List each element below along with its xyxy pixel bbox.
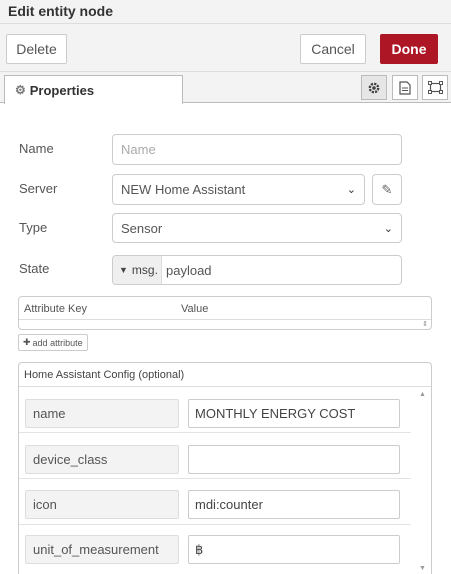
config-value-input[interactable]: MONTHLY ENERGY COST bbox=[188, 399, 400, 428]
gear-icon: ⚙ bbox=[15, 83, 26, 97]
attribute-list: Attribute Key Value ⇕ bbox=[18, 296, 432, 330]
pencil-icon: ✎ bbox=[381, 181, 393, 197]
edit-server-button[interactable]: ✎ bbox=[372, 174, 402, 205]
gear-icon bbox=[368, 82, 380, 93]
state-type-selector[interactable]: ▼ msg. bbox=[113, 256, 162, 284]
chevron-down-icon: ⌄ bbox=[383, 222, 393, 235]
type-label: Type bbox=[19, 220, 48, 235]
delete-button[interactable]: Delete bbox=[6, 34, 67, 64]
config-row: device_class bbox=[19, 433, 411, 479]
add-attribute-label: add attribute bbox=[32, 337, 83, 348]
plus-icon: ✚ bbox=[23, 337, 31, 347]
tab-bar: ⚙ Properties bbox=[0, 72, 451, 104]
description-icon bbox=[399, 80, 411, 95]
state-typed-input[interactable]: ▼ msg. payload bbox=[112, 255, 402, 285]
cancel-button[interactable]: Cancel bbox=[300, 34, 366, 64]
attribute-key-header: Attribute Key bbox=[24, 303, 87, 315]
chevron-down-icon: ⌄ bbox=[346, 184, 356, 196]
tray-title: Edit entity node bbox=[8, 3, 113, 19]
add-attribute-button[interactable]: ✚ add attribute bbox=[18, 334, 88, 351]
ha-config-panel: Home Assistant Config (optional) name MO… bbox=[18, 362, 432, 574]
tab-properties-label: Properties bbox=[29, 82, 95, 98]
node-properties-gear-icon[interactable] bbox=[361, 75, 387, 100]
name-input[interactable]: Name bbox=[112, 134, 402, 165]
config-row: name MONTHLY ENERGY COST bbox=[19, 387, 411, 433]
config-key: device_class bbox=[25, 445, 179, 474]
config-value-input[interactable]: mdi:counter bbox=[188, 490, 400, 519]
server-label: Server bbox=[19, 181, 58, 196]
server-select[interactable]: NEW Home Assistant ⌄ bbox=[112, 174, 365, 205]
config-value-input[interactable] bbox=[188, 445, 400, 474]
tray-toolbar: Delete Cancel Done bbox=[0, 24, 451, 72]
config-key: icon bbox=[25, 490, 179, 519]
scroll-down-icon[interactable]: ▼ bbox=[419, 565, 426, 572]
state-type-label: msg. bbox=[131, 263, 158, 277]
attribute-value-header: Value bbox=[181, 303, 209, 315]
attribute-list-divider bbox=[19, 319, 431, 320]
state-value[interactable]: payload bbox=[162, 263, 212, 278]
type-select[interactable]: Sensor ⌄ bbox=[112, 213, 402, 243]
done-button[interactable]: Done bbox=[380, 34, 438, 64]
ha-config-header: Home Assistant Config (optional) bbox=[19, 363, 431, 387]
tab-properties[interactable]: ⚙ Properties bbox=[4, 75, 183, 104]
server-select-value: NEW Home Assistant bbox=[121, 182, 246, 197]
config-row: icon mdi:counter bbox=[19, 479, 411, 525]
config-row: unit_of_measurement ฿ bbox=[19, 525, 411, 574]
tray-header: Edit entity node bbox=[0, 0, 451, 24]
appearance-icon bbox=[427, 81, 443, 94]
appearance-tab-button[interactable] bbox=[422, 75, 448, 100]
config-key: name bbox=[25, 399, 179, 428]
config-scrollbar[interactable]: ▲ ▼ bbox=[418, 387, 428, 574]
caret-down-icon: ▼ bbox=[119, 265, 128, 275]
name-label: Name bbox=[19, 141, 54, 156]
state-label: State bbox=[19, 261, 50, 276]
config-value-input[interactable]: ฿ bbox=[188, 535, 400, 564]
resize-handle-icon[interactable]: ⇕ bbox=[422, 320, 428, 328]
config-key: unit_of_measurement bbox=[25, 535, 179, 564]
scroll-up-icon[interactable]: ▲ bbox=[419, 391, 426, 398]
type-select-value: Sensor bbox=[121, 220, 163, 236]
description-tab-button[interactable] bbox=[392, 75, 418, 100]
